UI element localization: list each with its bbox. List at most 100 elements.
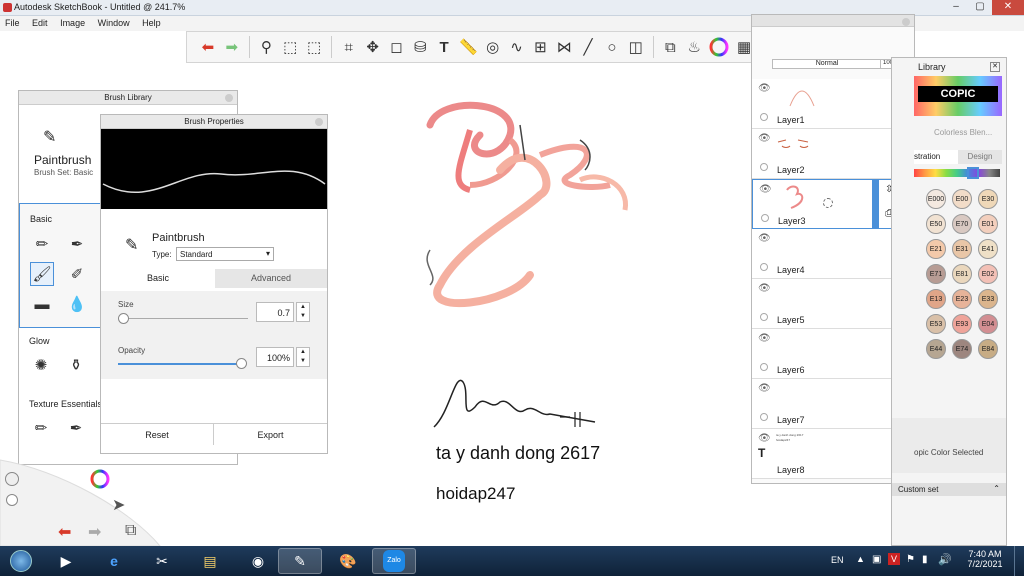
panel-close-icon[interactable] bbox=[902, 18, 910, 26]
tray-expand-icon[interactable]: ▲ bbox=[856, 554, 865, 564]
swatch-e81[interactable]: E81 bbox=[952, 264, 972, 284]
layer-row-selected[interactable]: 👁 Layer3 ⇳ ⎙ bbox=[752, 179, 902, 229]
swatch-e41[interactable]: E41 bbox=[978, 239, 998, 259]
brush-palette-icon[interactable]: ♨ bbox=[685, 36, 703, 58]
paintbrush-brush-icon[interactable]: 🖌 bbox=[30, 262, 54, 286]
layer-lock-toggle[interactable] bbox=[760, 413, 768, 421]
zoom-icon[interactable]: ⚲ bbox=[258, 36, 276, 58]
undo-icon[interactable]: ⬅ bbox=[199, 36, 217, 58]
layer-row[interactable]: 👁 ta y danh dong 2617 hoidap247 T Layer8 bbox=[752, 429, 902, 479]
layer-lock-toggle[interactable] bbox=[761, 214, 769, 222]
layer-lock-toggle[interactable] bbox=[760, 313, 768, 321]
crop-icon[interactable]: ⌗ bbox=[340, 36, 358, 58]
color-editor-icon[interactable] bbox=[709, 36, 729, 58]
custom-set-bar[interactable]: Custom set ⌃ bbox=[892, 483, 1006, 496]
text-icon[interactable]: T bbox=[435, 36, 453, 58]
fill-icon[interactable]: ⛁ bbox=[411, 36, 429, 58]
close-icon[interactable]: ✕ bbox=[990, 62, 1000, 72]
eye-icon[interactable]: 👁 bbox=[758, 333, 771, 344]
ruler-icon[interactable]: 📏 bbox=[459, 36, 478, 58]
swatch-e70[interactable]: E70 bbox=[952, 214, 972, 234]
layer-row[interactable]: 👁 Layer5 bbox=[752, 279, 902, 329]
snipping-tool-icon[interactable]: ✂ bbox=[140, 548, 184, 574]
size-slider-track[interactable] bbox=[118, 318, 248, 319]
swatch-e50[interactable]: E50 bbox=[926, 214, 946, 234]
color-strip-selector[interactable] bbox=[967, 167, 979, 179]
size-slider-handle[interactable] bbox=[118, 313, 129, 324]
close-button[interactable]: ✕ bbox=[992, 0, 1024, 15]
swatch-e23[interactable]: E23 bbox=[952, 289, 972, 309]
lagoon-layers-icon[interactable]: ⧉ bbox=[125, 522, 136, 540]
menu-edit[interactable]: Edit bbox=[27, 16, 53, 30]
opacity-input[interactable]: 100% bbox=[256, 347, 294, 367]
tab-advanced[interactable]: Advanced bbox=[215, 269, 327, 288]
lagoon-select-icon[interactable]: ➤ bbox=[112, 495, 125, 515]
lagoon-redo-icon[interactable]: ➡ bbox=[88, 522, 101, 542]
tray-app-icon[interactable]: ▣ bbox=[872, 554, 881, 565]
paint-icon[interactable]: 🎨 bbox=[326, 548, 370, 574]
marker-brush-icon[interactable]: ✐ bbox=[65, 262, 89, 286]
swatch-e00[interactable]: E00 bbox=[952, 189, 972, 209]
swatch-e13[interactable]: E13 bbox=[926, 289, 946, 309]
type-dropdown[interactable]: Standard ▾ bbox=[176, 247, 274, 261]
line-icon[interactable]: ╱ bbox=[579, 36, 597, 58]
perspective-icon[interactable]: ⊞ bbox=[531, 36, 549, 58]
start-button[interactable] bbox=[0, 548, 42, 574]
layer-row[interactable]: 👁 Layer2 bbox=[752, 129, 902, 179]
swatch-e000[interactable]: E000 bbox=[926, 189, 946, 209]
shapes-icon[interactable]: ◫ bbox=[627, 36, 645, 58]
tab-illustration[interactable]: stration bbox=[914, 150, 958, 164]
maximize-button[interactable]: ▢ bbox=[968, 0, 992, 15]
swatch-e30[interactable]: E30 bbox=[978, 189, 998, 209]
brush-puck-icon[interactable] bbox=[5, 472, 19, 486]
swatch-e53[interactable]: E53 bbox=[926, 314, 946, 334]
opacity-slider-track[interactable] bbox=[118, 363, 240, 365]
swatch-e84[interactable]: E84 bbox=[978, 339, 998, 359]
tab-basic[interactable]: Basic bbox=[101, 269, 215, 288]
swatch-e02[interactable]: E02 bbox=[978, 264, 998, 284]
swatch-e33[interactable]: E33 bbox=[978, 289, 998, 309]
eye-icon[interactable]: 👁 bbox=[758, 383, 771, 394]
swatch-e21[interactable]: E21 bbox=[926, 239, 946, 259]
size-input[interactable]: 0.7 bbox=[256, 302, 294, 322]
lagoon-color-icon[interactable] bbox=[89, 468, 111, 490]
eye-icon[interactable]: 👁 bbox=[758, 233, 771, 244]
glow-brush-2-icon[interactable]: ⚱ bbox=[64, 353, 88, 377]
swatch-e74[interactable]: E74 bbox=[952, 339, 972, 359]
tray-v-icon[interactable]: V bbox=[888, 553, 900, 565]
symmetry-icon[interactable]: ⋈ bbox=[555, 36, 573, 58]
blend-mode-dropdown[interactable]: Normal bbox=[772, 59, 882, 69]
layer-opacity-bar[interactable] bbox=[872, 180, 879, 228]
blender-brush-icon[interactable]: 💧 bbox=[65, 292, 89, 316]
lasso-select-icon[interactable]: ⬚ bbox=[305, 36, 323, 58]
color-puck-icon[interactable] bbox=[6, 494, 18, 506]
swatch-e01[interactable]: E01 bbox=[978, 214, 998, 234]
eraser-brush-icon[interactable]: ▬ bbox=[30, 292, 54, 316]
layer-row[interactable]: 👁 Layer6 bbox=[752, 329, 902, 379]
minimize-button[interactable]: – bbox=[944, 0, 968, 15]
swatch-e04[interactable]: E04 bbox=[978, 314, 998, 334]
swatch-e71[interactable]: E71 bbox=[926, 264, 946, 284]
opacity-stepper[interactable]: ▲ ▼ bbox=[296, 347, 310, 367]
tab-design[interactable]: Design bbox=[958, 150, 1002, 164]
clock[interactable]: 7:40 AM 7/2/2021 bbox=[964, 549, 1006, 569]
layer-editor-icon[interactable]: ⧉ bbox=[661, 36, 679, 58]
ellipse-guide-icon[interactable]: ◎ bbox=[484, 36, 502, 58]
language-indicator[interactable]: EN bbox=[831, 555, 844, 565]
eye-icon[interactable]: 👁 bbox=[758, 433, 771, 444]
swatch-e31[interactable]: E31 bbox=[952, 239, 972, 259]
layer-row[interactable]: 👁 Layer1 bbox=[752, 79, 902, 129]
layer-lock-toggle[interactable] bbox=[760, 113, 768, 121]
panel-close-icon[interactable] bbox=[315, 118, 323, 126]
zalo-taskbar-item[interactable]: Zalo bbox=[372, 548, 416, 574]
redo-icon[interactable]: ➡ bbox=[223, 36, 241, 58]
swatch-e44[interactable]: E44 bbox=[926, 339, 946, 359]
menu-image[interactable]: Image bbox=[55, 16, 90, 30]
file-explorer-icon[interactable]: ▤ bbox=[188, 548, 232, 574]
volume-icon[interactable]: 🔊 bbox=[938, 553, 952, 566]
glow-brush-icon[interactable]: ✺ bbox=[29, 353, 53, 377]
media-player-icon[interactable]: ▶ bbox=[44, 548, 88, 574]
layer-lock-toggle[interactable] bbox=[760, 263, 768, 271]
sketchbook-taskbar-icon[interactable]: ✎ bbox=[278, 548, 322, 574]
transform-icon[interactable]: ◻ bbox=[388, 36, 406, 58]
